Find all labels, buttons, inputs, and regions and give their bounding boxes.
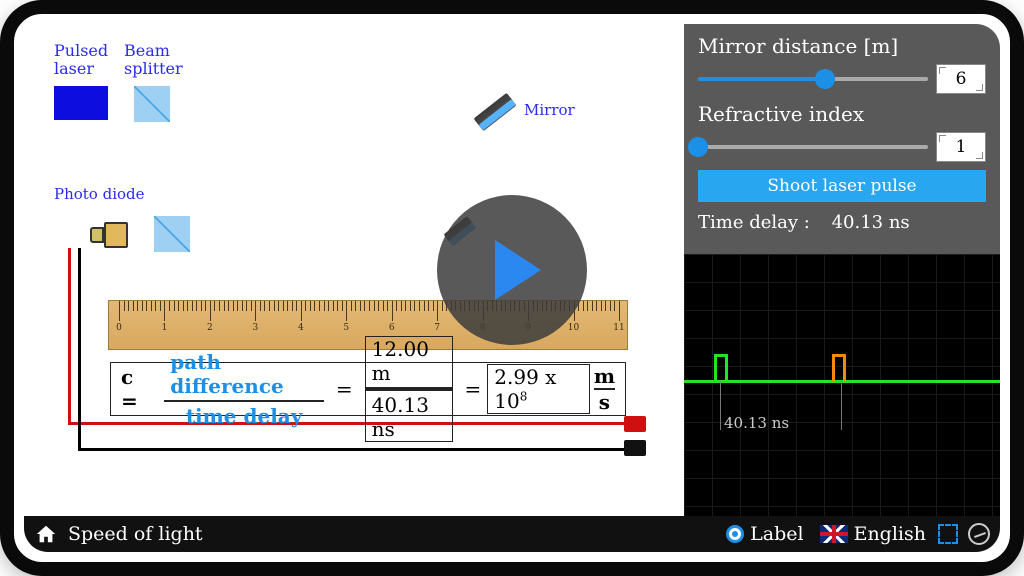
formula-equals-2: =	[465, 377, 482, 401]
home-icon	[34, 523, 58, 545]
mirror-icon[interactable]	[474, 93, 517, 131]
scope-pulse-1	[714, 354, 728, 382]
connector-red	[624, 416, 646, 432]
formula-lhs: c =	[121, 365, 152, 413]
photodiode-icon	[90, 218, 130, 252]
scope-pulse-2	[832, 354, 846, 382]
oscilloscope: 40.13 ns	[684, 254, 1000, 516]
mirror-distance-slider[interactable]	[698, 69, 928, 89]
radio-on-icon	[726, 525, 744, 543]
language-selector[interactable]: English	[820, 523, 926, 545]
formula-box: c = path difference time delay = 12.00 m…	[110, 362, 626, 416]
formula-units: m s	[594, 364, 615, 414]
mirror-label: Mirror	[524, 102, 575, 119]
wire-red	[68, 422, 628, 425]
play-icon	[495, 240, 541, 300]
pulsed-laser-label: Pulsed laser	[54, 42, 108, 77]
beam-splitter-2-icon	[154, 216, 190, 252]
scope-marker-label: 40.13 ns	[724, 414, 789, 432]
pulsed-laser-icon	[54, 86, 108, 120]
control-panel: Mirror distance [m] 6 Refractive index 1…	[684, 24, 1000, 254]
mirror-distance-input[interactable]: 6	[936, 64, 986, 94]
refractive-index-label: Refractive index	[698, 102, 986, 126]
play-button[interactable]	[437, 195, 587, 345]
beam-splitter-icon	[134, 86, 170, 122]
formula-result: 2.99 x 108	[487, 364, 590, 414]
refractive-index-input[interactable]: 1	[936, 132, 986, 162]
flag-uk-icon	[820, 525, 848, 543]
fullscreen-button[interactable]	[938, 524, 958, 544]
refractive-index-slider[interactable]	[698, 137, 928, 157]
mode-button[interactable]	[968, 523, 990, 545]
connector-black	[624, 440, 646, 456]
tablet-frame: Pulsed laser Beam splitter Mirror Photo …	[0, 0, 1024, 576]
formula-path-difference: path difference	[164, 350, 324, 400]
formula-time-delay: time delay	[180, 402, 309, 428]
screen: Pulsed laser Beam splitter Mirror Photo …	[24, 24, 1000, 552]
wire-red	[68, 248, 71, 424]
page-title: Speed of light	[68, 523, 203, 545]
wire-black	[78, 248, 81, 450]
time-delay-readout: Time delay : 40.13 ns	[698, 212, 986, 233]
formula-equals-1: =	[336, 377, 353, 401]
home-button[interactable]	[34, 523, 58, 545]
mirror-distance-label: Mirror distance [m]	[698, 34, 986, 58]
formula-value-top: 12.00 m	[365, 336, 453, 388]
photodiode-label: Photo diode	[54, 186, 145, 203]
formula-value-bot: 40.13 ns	[365, 390, 453, 442]
shoot-laser-button[interactable]: Shoot laser pulse	[698, 170, 986, 202]
label-toggle[interactable]: Label	[726, 523, 803, 545]
wire-black	[78, 448, 626, 451]
bottom-bar: Speed of light Label English	[24, 516, 1000, 552]
stage: Pulsed laser Beam splitter Mirror Photo …	[24, 24, 1000, 516]
beam-splitter-label: Beam splitter	[124, 42, 183, 77]
